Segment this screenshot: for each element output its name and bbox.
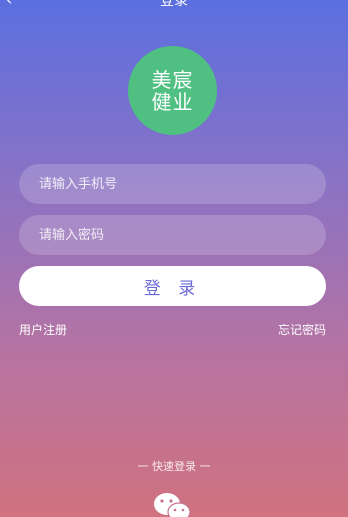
page-title: 登录 bbox=[160, 0, 188, 9]
register-link[interactable]: 用户注册 bbox=[19, 321, 67, 338]
wechat-icon[interactable] bbox=[152, 492, 192, 517]
logo-line-2: 健业 bbox=[151, 89, 194, 114]
phone-input[interactable] bbox=[19, 164, 326, 204]
quick-login-label: 一 快速登录 一 bbox=[137, 460, 211, 473]
forgot-password-link[interactable]: 忘记密码 bbox=[278, 321, 326, 338]
brand-logo: 美宸 健业 bbox=[128, 46, 217, 135]
top-bar: ‹ 登录 bbox=[0, 0, 348, 10]
password-input[interactable] bbox=[19, 215, 326, 255]
login-button[interactable]: 登 录 bbox=[19, 266, 326, 306]
logo-line-1: 美宸 bbox=[151, 67, 194, 92]
